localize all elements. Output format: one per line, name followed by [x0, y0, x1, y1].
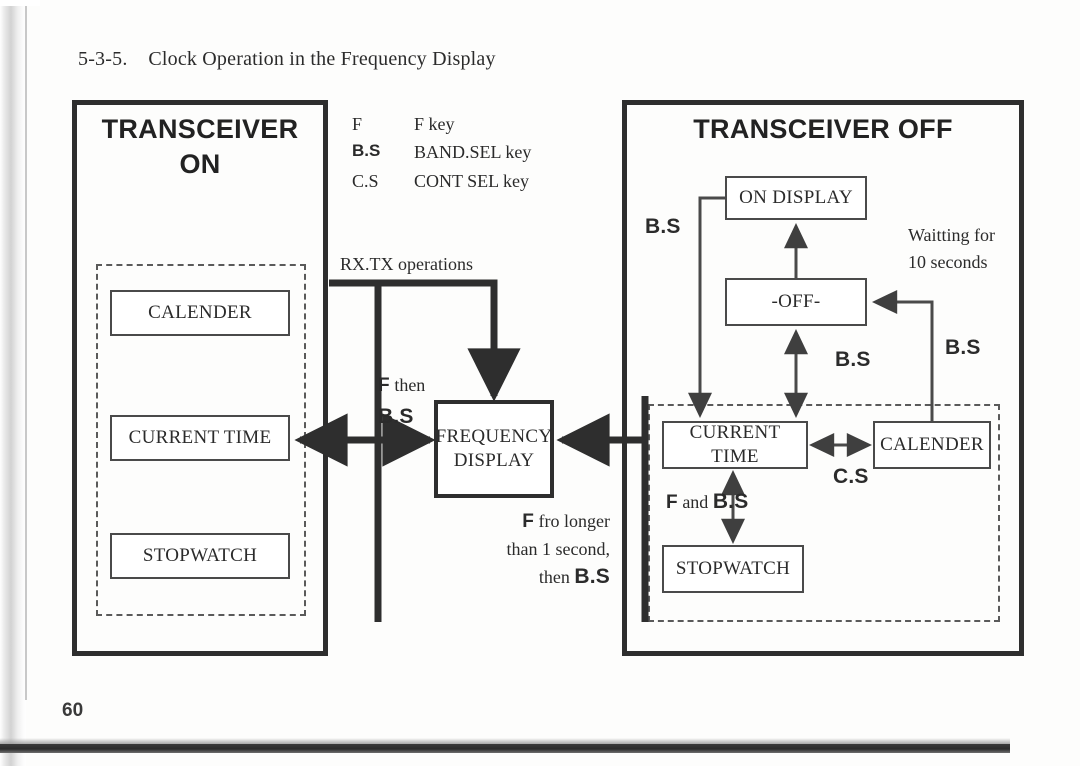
scan-gutter-line	[25, 0, 27, 700]
state-box-current-time-off[interactable]: CURRENT TIME	[662, 421, 808, 469]
scan-top-nick	[0, 0, 40, 6]
panel-transceiver-on-title: TRANSCEIVER ON	[78, 112, 322, 182]
state-box-off[interactable]: -OFF-	[725, 278, 867, 326]
label-waitting-10-seconds: Waitting for 10 seconds	[908, 222, 995, 277]
state-box-on-display[interactable]: ON DISPLAY	[725, 176, 867, 220]
label-f-longer-than-1-second: F fro longer than 1 second, then B.S	[450, 508, 610, 593]
label-waitting-line1: Waitting for	[908, 225, 996, 245]
panel-transceiver-off-title: TRANSCEIVER OFF	[693, 114, 953, 144]
state-box-calender-on[interactable]: CALENDER	[110, 290, 290, 336]
label-waitting-line2: 10 seconds	[908, 252, 988, 273]
legend-desc-f: F key	[414, 114, 455, 134]
label-bs-calender-off: B.S	[945, 336, 981, 359]
label-f-then-bs-key2: B.S	[378, 404, 414, 428]
manual-page: 5-3-5. Clock Operation in the Frequency …	[0, 0, 1080, 766]
scan-gutter-shadow	[0, 0, 26, 766]
label-f-and-bs-key1: F	[666, 492, 678, 513]
key-legend: F F key B.S BAND.SEL key C.S CONT SEL ke…	[352, 110, 531, 195]
legend-row-cs: C.S CONT SEL key	[352, 167, 531, 195]
label-f-longer-line1-rest: fro longer	[538, 511, 610, 531]
label-f-then-bs-word: then	[394, 375, 426, 395]
label-bs-on-display: B.S	[645, 215, 681, 238]
page-title: 5-3-5. Clock Operation in the Frequency …	[78, 48, 496, 70]
label-rx-tx-operations: RX.TX operations	[340, 254, 473, 274]
label-f-longer-line2: than 1 second,	[506, 538, 610, 559]
panel-transceiver-on-title-line1: TRANSCEIVER	[101, 114, 299, 144]
legend-desc-cs: CONT SEL key	[414, 170, 529, 191]
legend-row-bs: B.S BAND.SEL key	[352, 138, 531, 166]
page-number: 60	[62, 700, 84, 721]
label-f-then-bs-key1: F	[378, 375, 390, 396]
state-box-calender-off[interactable]: CALENDER	[873, 421, 991, 469]
panel-transceiver-on-title-line2: ON	[179, 149, 221, 180]
label-f-and-bs-word: and	[682, 492, 709, 512]
label-f-longer-key2: B.S	[574, 565, 610, 588]
label-f-longer-line3-word: then	[538, 567, 570, 587]
legend-key-cs: C.S	[352, 170, 379, 191]
legend-key-f: F	[352, 114, 363, 134]
label-f-and-bs-key2: B.S	[712, 490, 749, 513]
label-bs-off-current-time: B.S	[835, 348, 871, 371]
state-box-current-time-on[interactable]: CURRENT TIME	[110, 415, 290, 461]
frequency-display-line2: DISPLAY	[453, 450, 535, 471]
scan-bottom-edge	[0, 744, 1010, 753]
label-f-longer-key1: F	[522, 511, 535, 532]
frequency-display-line1: FREQUENCY	[435, 426, 553, 448]
legend-key-bs: B.S	[352, 141, 381, 161]
label-f-and-bs: F and B.S	[666, 487, 748, 517]
state-box-stopwatch-on[interactable]: STOPWATCH	[110, 533, 290, 579]
legend-row-f: F F key	[352, 110, 531, 138]
state-box-stopwatch-off[interactable]: STOPWATCH	[662, 545, 804, 593]
label-cs: C.S	[833, 465, 869, 488]
label-f-then-bs: F then B.S	[378, 372, 425, 433]
legend-desc-bs: BAND.SEL key	[414, 142, 532, 163]
state-box-frequency-display[interactable]: FREQUENCY DISPLAY	[434, 400, 554, 498]
